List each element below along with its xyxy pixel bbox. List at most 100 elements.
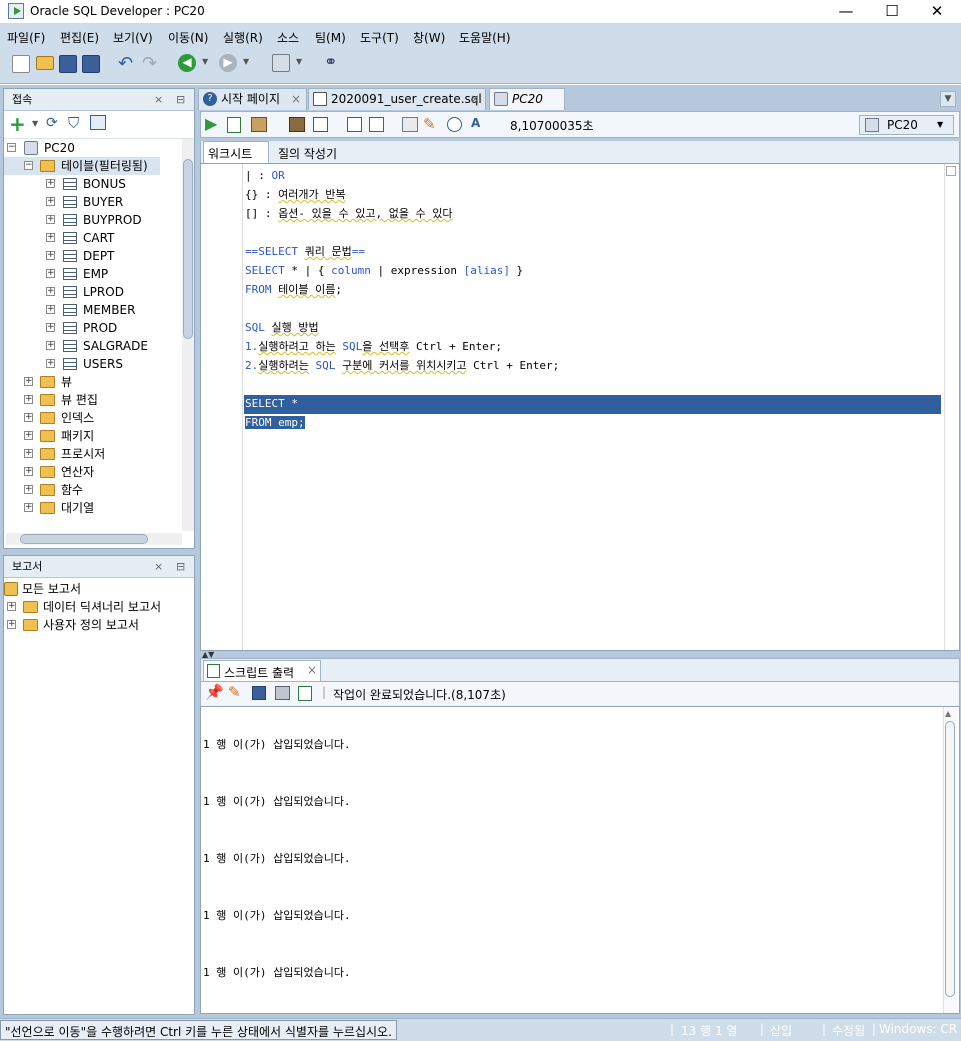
script-output-area[interactable]: 1 행 이(가) 삽입되었습니다. 1 행 이(가) 삽입되었습니다. 1 행 이(… — [200, 706, 960, 1014]
sql-editor[interactable]: | : OR {} : 여러개가 반복 [] : 옵션- 있을 수 있고, 없을… — [200, 163, 960, 651]
run-statement-icon[interactable]: ▶ — [205, 114, 217, 133]
expand-icon[interactable]: + — [24, 413, 33, 422]
connection-select[interactable]: PC20 ▼ — [859, 115, 954, 135]
subtab-query-builder[interactable]: 질의 작성기 — [278, 145, 337, 162]
subtab-worksheet[interactable]: 워크시트 — [203, 141, 270, 163]
expand-icon[interactable]: + — [46, 323, 55, 332]
scroll-thumb[interactable] — [183, 159, 193, 339]
scroll-thumb[interactable] — [20, 534, 148, 544]
autotrace-icon[interactable] — [347, 117, 362, 132]
expand-icon[interactable]: + — [24, 395, 33, 404]
tab-start-page[interactable]: ? 시작 페이지 × — [198, 88, 307, 110]
menu-navigate[interactable]: 이동(N) — [168, 29, 208, 46]
undo-icon[interactable]: ↶ — [118, 53, 133, 74]
back-dropdown-icon[interactable]: ▼ — [202, 57, 208, 66]
pin-icon[interactable]: 📌 — [205, 683, 224, 701]
expand-icon[interactable]: + — [7, 620, 16, 629]
menu-tools[interactable]: 도구(T) — [360, 29, 399, 46]
expand-icon[interactable]: + — [7, 602, 16, 611]
tab-sql-file[interactable]: 2020091_user_create.sql × — [308, 88, 486, 110]
editor-vertical-scrollbar[interactable] — [944, 164, 958, 650]
binoculars-icon[interactable]: ⚭ — [324, 52, 337, 71]
tab-script-output[interactable]: 스크립트 출력 × — [203, 660, 321, 681]
close-button[interactable]: ✕ — [914, 0, 960, 24]
expand-icon[interactable]: + — [24, 503, 33, 512]
output-vertical-scrollbar[interactable]: ▲ — [943, 707, 957, 1013]
expand-icon[interactable]: + — [46, 179, 55, 188]
expand-icon[interactable]: + — [46, 287, 55, 296]
close-panel-icon[interactable]: × — [154, 89, 163, 111]
sql-worksheet-dropdown-icon[interactable]: ▼ — [296, 57, 302, 66]
tab-pc20[interactable]: PC20 — [489, 88, 565, 110]
menu-team[interactable]: 팀(M) — [315, 29, 346, 46]
scroll-up-icon[interactable]: ▲ — [945, 709, 951, 718]
minimize-panel-icon[interactable]: ⊟ — [176, 556, 185, 578]
expand-icon[interactable]: + — [46, 197, 55, 206]
expand-icon[interactable]: + — [46, 215, 55, 224]
maximize-button[interactable]: ☐ — [869, 0, 915, 24]
menu-view[interactable]: 보기(V) — [113, 29, 153, 46]
tree-label: 사용자 정의 보고서 — [43, 618, 139, 632]
unshared-sql-icon[interactable] — [402, 117, 418, 132]
close-tab-icon[interactable]: × — [291, 89, 301, 109]
expand-icon[interactable]: + — [46, 269, 55, 278]
minimize-panel-icon[interactable]: ⊟ — [176, 89, 185, 111]
expand-icon[interactable]: + — [46, 251, 55, 260]
forward-dropdown-icon[interactable]: ▼ — [243, 57, 249, 66]
clear-eraser-icon[interactable]: ✎ — [228, 683, 241, 701]
script-output-icon[interactable] — [298, 686, 312, 701]
expand-icon[interactable]: + — [46, 359, 55, 368]
code-line: FROM 테이블 이름; — [245, 283, 342, 296]
expand-icon[interactable]: + — [24, 449, 33, 458]
add-connection-icon[interactable]: + — [9, 112, 26, 136]
close-panel-icon[interactable]: × — [154, 556, 163, 578]
filter-icon[interactable]: ⛉ — [68, 114, 79, 132]
menu-window[interactable]: 창(W) — [413, 29, 445, 46]
connections-horizontal-scrollbar[interactable] — [6, 533, 182, 545]
save-icon[interactable] — [59, 55, 77, 73]
expand-icon[interactable]: + — [24, 377, 33, 386]
expand-icon[interactable]: + — [24, 467, 33, 476]
menu-file[interactable]: 파일(F) — [7, 29, 45, 46]
print-icon[interactable] — [275, 686, 290, 700]
close-tab-icon[interactable]: × — [470, 89, 480, 109]
run-script-icon[interactable] — [227, 117, 241, 133]
expand-icon[interactable]: + — [24, 485, 33, 494]
save-all-icon[interactable] — [82, 55, 100, 73]
connections-vertical-scrollbar[interactable] — [182, 139, 194, 531]
menu-edit[interactable]: 편집(E) — [60, 29, 99, 46]
forward-icon[interactable]: ▶ — [219, 54, 237, 72]
menu-run[interactable]: 실행(R) — [223, 29, 263, 46]
expand-icon[interactable]: + — [46, 341, 55, 350]
clear-eraser-icon[interactable]: ✎ — [423, 115, 436, 133]
close-tab-icon[interactable]: × — [307, 663, 317, 677]
sql-history-icon[interactable] — [447, 117, 462, 132]
commit-icon[interactable] — [251, 117, 267, 132]
open-folder-icon[interactable] — [36, 56, 54, 70]
expand-icon[interactable]: + — [46, 233, 55, 242]
table-icon — [63, 178, 77, 190]
expand-icon[interactable]: + — [24, 431, 33, 440]
menu-source[interactable]: 소스 — [277, 29, 299, 46]
tree-node-tables[interactable]: − 테이블(필터링됨) — [4, 157, 160, 175]
scroll-thumb[interactable] — [945, 721, 955, 997]
tab-list-dropdown-icon[interactable]: ▼ — [940, 91, 956, 107]
refresh-icon[interactable]: ⟳ — [46, 115, 58, 131]
save-icon[interactable] — [252, 686, 266, 700]
collapse-icon[interactable]: − — [7, 143, 16, 152]
format-case-icon[interactable]: A — [471, 116, 480, 130]
execution-time-label: 8,10700035초 — [510, 119, 594, 133]
collapse-icon[interactable]: − — [24, 161, 33, 170]
add-connection-dropdown-icon[interactable]: ▼ — [32, 119, 38, 128]
schema-browser-icon[interactable] — [90, 115, 106, 130]
rollback-icon[interactable] — [289, 117, 305, 132]
new-file-icon[interactable] — [12, 55, 30, 73]
back-icon[interactable]: ◀ — [178, 54, 196, 72]
sql-worksheet-icon[interactable] — [272, 54, 290, 72]
minimize-button[interactable]: — — [823, 0, 869, 24]
menu-help[interactable]: 도움말(H) — [459, 29, 511, 46]
explain-plan-icon[interactable] — [313, 117, 328, 132]
expand-icon[interactable]: + — [46, 305, 55, 314]
tuning-advisor-icon[interactable] — [369, 117, 384, 132]
redo-icon[interactable]: ↷ — [142, 53, 157, 74]
